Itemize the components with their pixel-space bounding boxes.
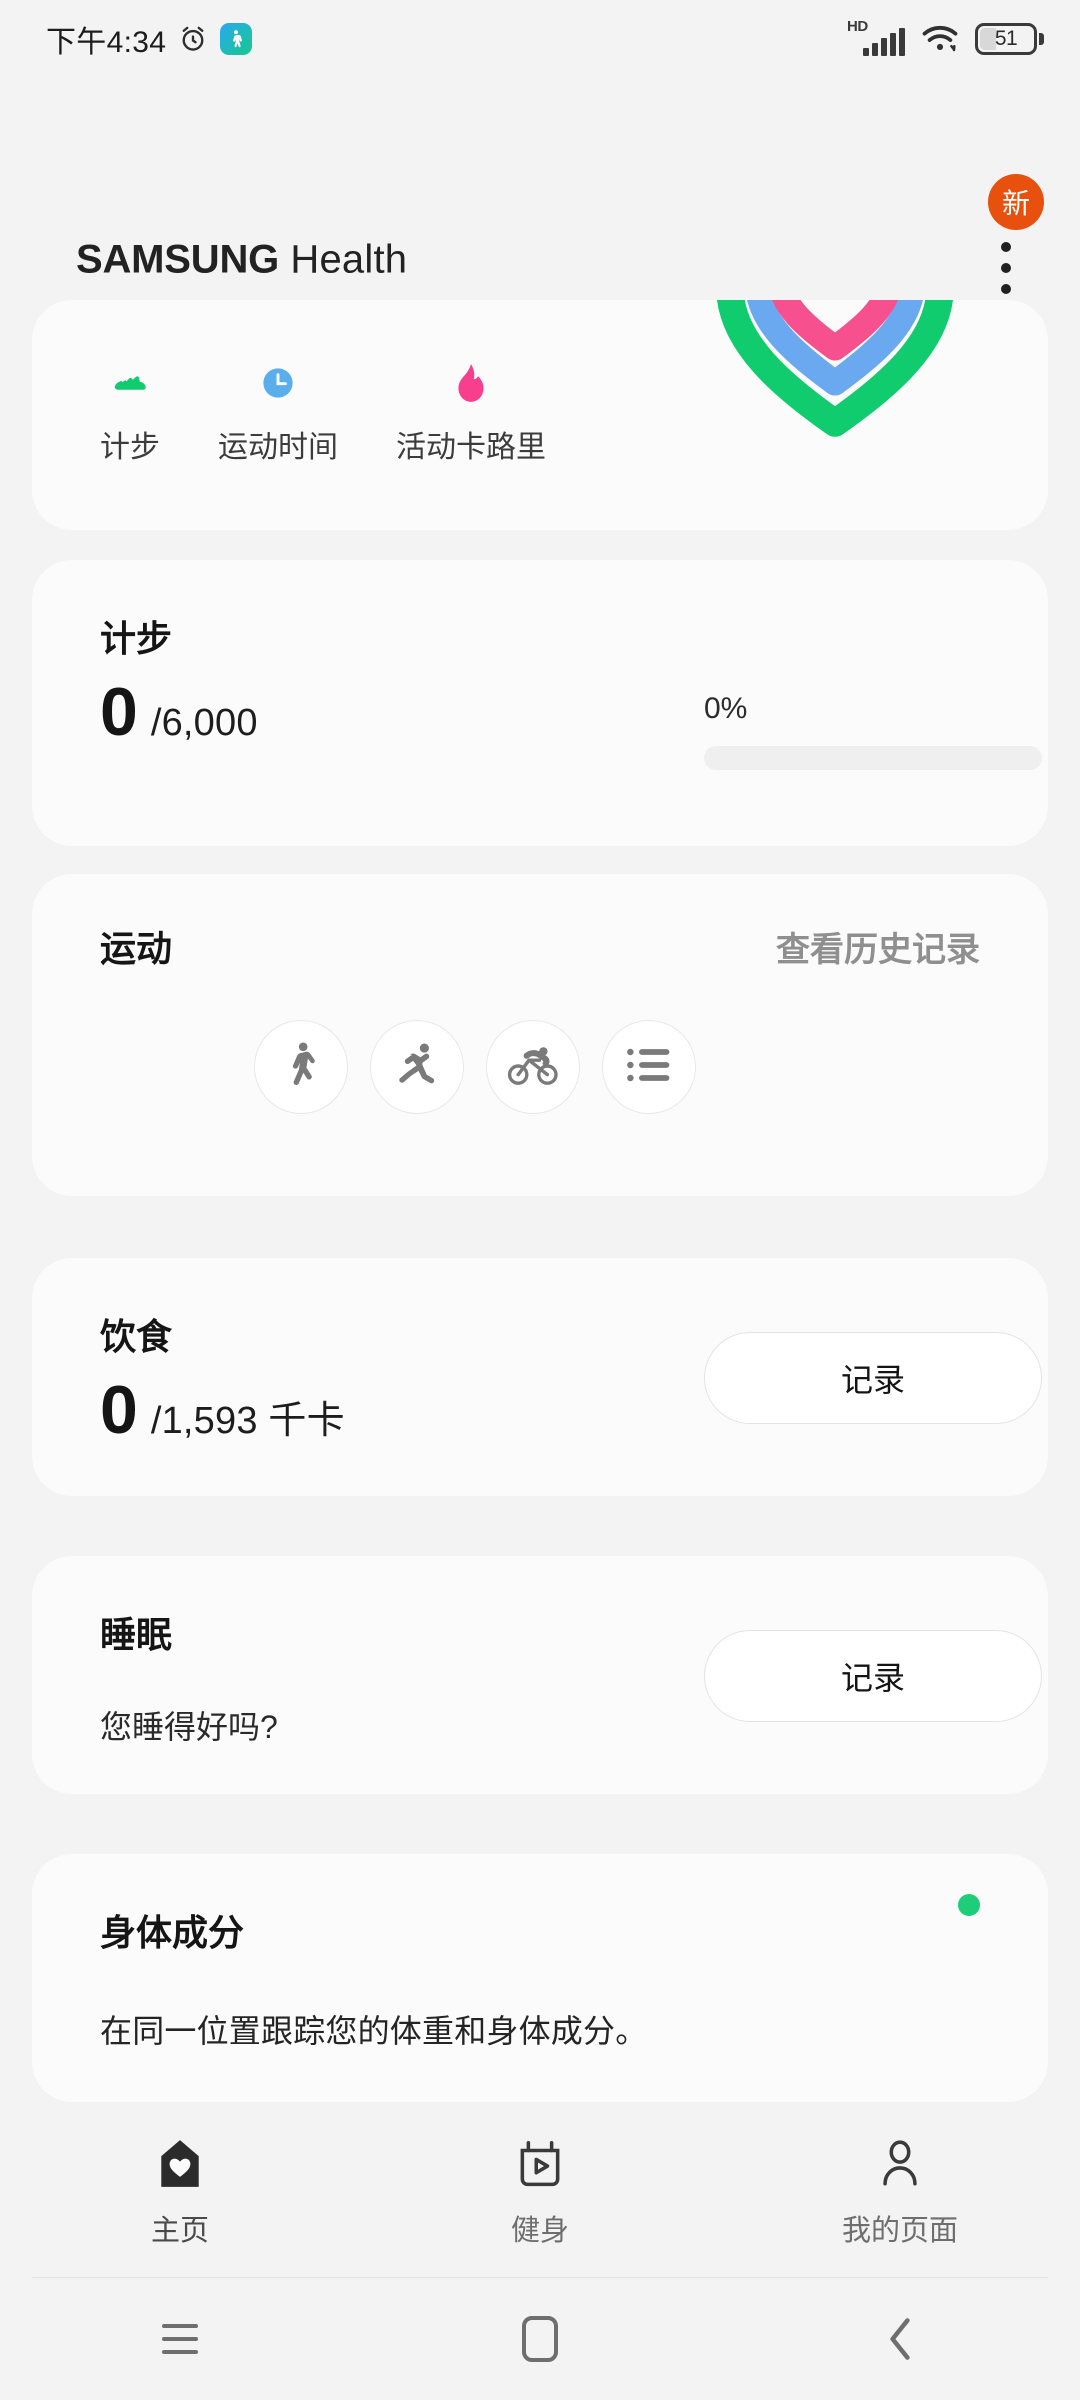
home-heart-icon [155, 2133, 205, 2195]
list-icon [623, 1039, 675, 1096]
steps-card[interactable]: 计步 0 /6,000 0% [32, 560, 1048, 846]
status-bar-left: 下午4:34 [46, 17, 253, 61]
food-card-title: 饮食 [100, 1316, 173, 1357]
exercise-more-button[interactable] [602, 1020, 696, 1114]
walking-icon [275, 1039, 327, 1096]
running-icon [391, 1039, 443, 1096]
exercise-cycling-button[interactable] [486, 1020, 580, 1114]
activity-summary-card[interactable]: 计步 运动时间 活动卡路里 [32, 300, 1048, 530]
sleep-card-title: 睡眠 [100, 1614, 173, 1655]
food-goal: /1,593 千卡 [150, 1400, 345, 1442]
exercise-running-button[interactable] [370, 1020, 464, 1114]
status-time: 下午4:34 [46, 26, 167, 59]
recents-icon[interactable] [120, 2294, 240, 2384]
food-value-group: 0 /1,593 千卡 [100, 1376, 345, 1444]
metric-steps[interactable]: 计步 [100, 360, 160, 466]
fitness-play-icon [515, 2133, 565, 2195]
page-title: SAMSUNG Health [76, 238, 407, 283]
activity-metrics: 计步 运动时间 活动卡路里 [100, 360, 546, 466]
exercise-card[interactable]: 运动 查看历史记录 [32, 874, 1048, 1196]
metric-label: 运动时间 [218, 431, 338, 464]
nav-item-my-page[interactable]: 我的页面 [780, 2133, 1020, 2249]
bottom-navigation: 主页 健身 我的页面 [0, 2115, 1080, 2275]
sleep-record-button[interactable]: 记录 [704, 1630, 1042, 1722]
food-card[interactable]: 饮食 0 /1,593 千卡 记录 [32, 1258, 1048, 1496]
body-card-title: 身体成分 [100, 1912, 245, 1953]
status-badge [958, 1894, 980, 1916]
cycling-icon [507, 1039, 559, 1096]
metric-active-calories[interactable]: 活动卡路里 [396, 360, 546, 466]
metric-label: 活动卡路里 [396, 431, 546, 464]
steps-progress-bar [704, 746, 1042, 770]
body-card-description: 在同一位置跟踪您的体重和身体成分。 [100, 2013, 648, 2049]
exercise-type-buttons [254, 1020, 696, 1114]
signal-bars-icon: HD [847, 18, 905, 56]
food-value: 0 [100, 1372, 138, 1448]
person-icon [875, 2133, 925, 2195]
nav-label: 我的页面 [841, 2215, 958, 2247]
metric-label: 计步 [100, 431, 160, 464]
system-navigation-bar [0, 2278, 1080, 2400]
steps-percent-label: 0% [704, 692, 748, 725]
steps-goal: /6,000 [150, 702, 258, 744]
fitness-app-icon [220, 23, 253, 55]
nav-item-home[interactable]: 主页 [60, 2133, 300, 2249]
brand-name: SAMSUNG [76, 237, 280, 282]
steps-card-title: 计步 [100, 618, 173, 659]
battery-percent: 51 [994, 27, 1018, 50]
exercise-walking-button[interactable] [254, 1020, 348, 1114]
shoe-icon [108, 360, 152, 406]
steps-value: 0 [100, 674, 138, 750]
view-history-link[interactable]: 查看历史记录 [776, 922, 980, 971]
network-type-label: HD [847, 18, 868, 35]
home-square-icon[interactable] [480, 2294, 600, 2384]
alarm-icon [178, 24, 208, 54]
metric-exercise-time[interactable]: 运动时间 [218, 360, 338, 466]
heart-rings-icon [710, 300, 960, 438]
nav-label: 主页 [150, 2215, 209, 2247]
sleep-card[interactable]: 睡眠 您睡得好吗? 记录 [32, 1556, 1048, 1794]
more-options-icon[interactable] [978, 228, 1034, 308]
nav-item-fitness[interactable]: 健身 [420, 2133, 660, 2249]
sleep-card-subtitle: 您睡得好吗? [100, 1709, 278, 1745]
status-bar: 下午4:34 HD 51 [0, 0, 1080, 78]
exercise-card-header: 运动 查看历史记录 [100, 920, 980, 972]
flame-icon [455, 360, 487, 406]
exercise-card-title: 运动 [100, 928, 173, 969]
new-badge[interactable]: 新 [988, 174, 1044, 230]
wifi-icon [921, 24, 959, 54]
nav-label: 健身 [510, 2215, 569, 2247]
samsung-health-home-screen: 下午4:34 HD 51 SAMSUNG Health 新 计步 运动时间 活动… [0, 0, 1080, 2400]
body-composition-card[interactable]: 身体成分 在同一位置跟踪您的体重和身体成分。 [32, 1854, 1048, 2102]
app-header: SAMSUNG Health 新 [0, 78, 1080, 294]
status-bar-right: HD 51 [847, 18, 1044, 56]
product-name: Health [290, 237, 408, 282]
battery-indicator: 51 [975, 23, 1044, 55]
steps-value-group: 0 /6,000 [100, 678, 258, 746]
clock-icon [260, 360, 296, 406]
food-record-button[interactable]: 记录 [704, 1332, 1042, 1424]
back-chevron-icon[interactable] [840, 2294, 960, 2384]
